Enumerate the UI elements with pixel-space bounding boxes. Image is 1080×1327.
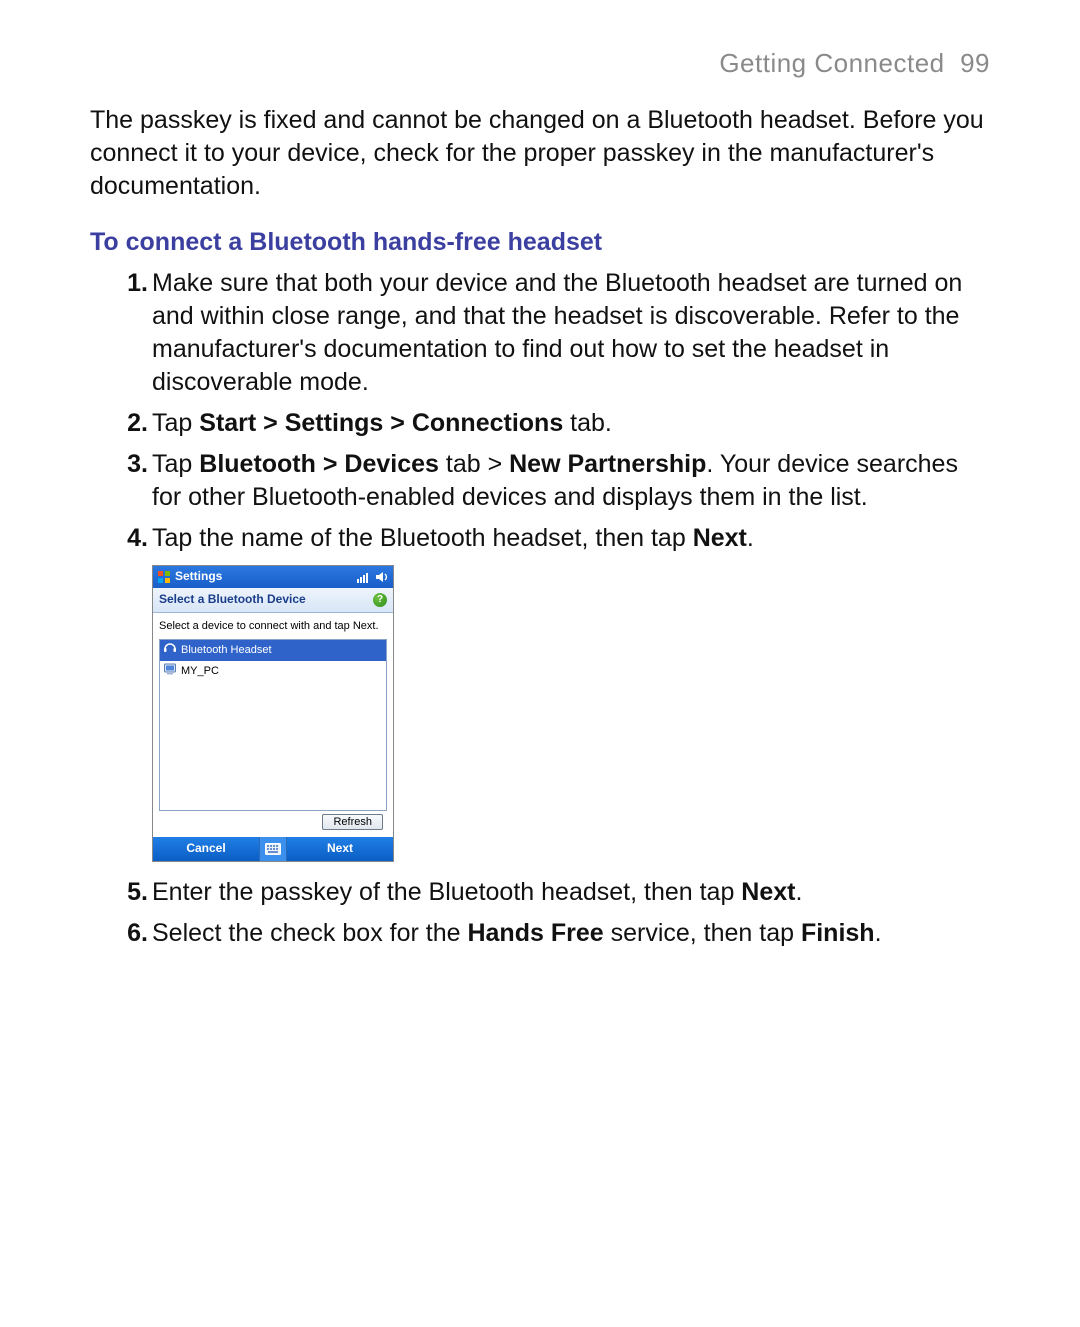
step-6: Select the check box for the Hands Free … [152, 917, 990, 950]
wm-content-header: Select a Bluetooth Device ? [153, 588, 393, 613]
step-1-text: Make sure that both your device and the … [152, 269, 962, 396]
step-3-pre: Tap [152, 450, 199, 478]
step-3-b1: Bluetooth > Devices [199, 450, 439, 478]
running-head-title: Getting Connected [719, 48, 944, 78]
section-heading: To connect a Bluetooth hands-free headse… [90, 228, 990, 257]
step-5-bold: Next [741, 878, 795, 906]
signal-icon [357, 571, 371, 583]
headset-icon [163, 641, 177, 660]
step-2: Tap Start > Settings > Connections tab. [152, 407, 990, 440]
windows-flag-icon [157, 570, 171, 584]
step-6-b1: Hands Free [467, 919, 603, 947]
wm-refresh-row: Refresh [159, 811, 387, 835]
softkey-next[interactable]: Next [287, 841, 393, 857]
step-3-b2: New Partnership [509, 450, 706, 478]
running-head: Getting Connected 99 [90, 48, 990, 79]
step-4: Tap the name of the Bluetooth headset, t… [152, 522, 990, 862]
step-3-mid1: tab > [439, 450, 509, 478]
wm-softkey-bar: Cancel Next [153, 837, 393, 861]
step-4-post: . [747, 524, 754, 552]
step-5: Enter the passkey of the Bluetooth heads… [152, 876, 990, 909]
wm-content-header-title: Select a Bluetooth Device [159, 592, 306, 608]
refresh-button[interactable]: Refresh [322, 814, 383, 830]
wm-device-item-my-pc[interactable]: MY_PC [160, 661, 386, 682]
wm-taskbar-title: Settings [175, 569, 222, 585]
steps-list: Make sure that both your device and the … [90, 267, 990, 950]
help-icon[interactable]: ? [373, 593, 387, 607]
figure-wrap: Settings Select a Bluetooth Device ? [152, 565, 990, 862]
softkey-cancel[interactable]: Cancel [153, 841, 259, 857]
wm-device-item-label: Bluetooth Headset [181, 643, 272, 658]
intro-paragraph: The passkey is fixed and cannot be chang… [90, 104, 990, 203]
wm-taskbar: Settings [153, 566, 393, 588]
step-4-pre: Tap the name of the Bluetooth headset, t… [152, 524, 693, 552]
step-1: Make sure that both your device and the … [152, 267, 990, 399]
wm-device-item-bluetooth-headset[interactable]: Bluetooth Headset [160, 640, 386, 661]
step-2-pre: Tap [152, 409, 199, 437]
step-6-mid: service, then tap [604, 919, 801, 947]
step-6-pre: Select the check box for the [152, 919, 467, 947]
step-6-post: . [875, 919, 882, 947]
speaker-icon [375, 571, 389, 583]
wm-device-item-label: MY_PC [181, 664, 219, 679]
running-head-page-number: 99 [960, 48, 990, 78]
wm-device-screenshot: Settings Select a Bluetooth Device ? [152, 565, 394, 862]
wm-content-body: Select a device to connect with and tap … [153, 613, 393, 838]
step-3: Tap Bluetooth > Devices tab > New Partne… [152, 448, 990, 514]
wm-instruction-text: Select a device to connect with and tap … [159, 619, 387, 634]
keyboard-icon[interactable] [259, 837, 287, 861]
step-5-post: . [795, 878, 802, 906]
manual-page: Getting Connected 99 The passkey is fixe… [0, 0, 1080, 1327]
wm-device-list[interactable]: Bluetooth Headset MY_PC [159, 639, 387, 811]
step-2-bold: Start > Settings > Connections [199, 409, 563, 437]
step-5-pre: Enter the passkey of the Bluetooth heads… [152, 878, 741, 906]
pc-icon [163, 662, 177, 681]
step-2-post: tab. [563, 409, 612, 437]
step-6-b2: Finish [801, 919, 875, 947]
step-4-bold: Next [693, 524, 747, 552]
